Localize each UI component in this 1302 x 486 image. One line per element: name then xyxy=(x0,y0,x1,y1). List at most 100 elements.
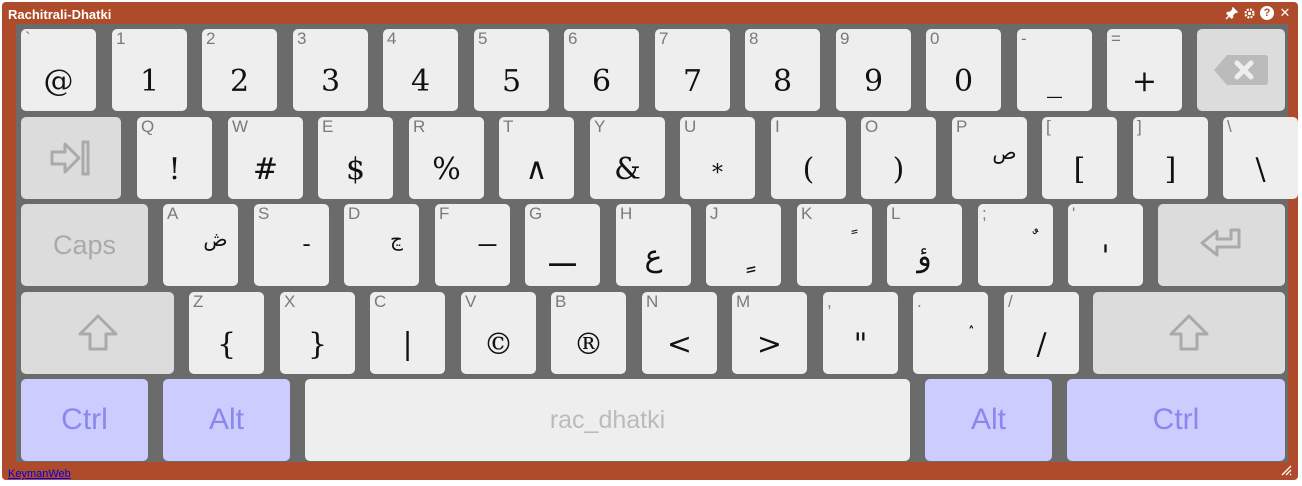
key-glyph: 0 xyxy=(953,64,974,99)
gear-icon[interactable] xyxy=(1242,6,1256,20)
caps-lock-key[interactable]: Caps xyxy=(21,204,148,286)
shift-left-key[interactable] xyxy=(21,292,174,374)
key-v[interactable]: V © xyxy=(461,292,536,374)
key-m[interactable]: M > xyxy=(732,292,807,374)
key-=[interactable]: = + xyxy=(1107,29,1182,111)
key-5[interactable]: 55 xyxy=(474,29,549,111)
keymanweb-link[interactable]: KeymanWeb xyxy=(8,468,71,480)
key-[[interactable]: [[ xyxy=(1042,117,1117,199)
tab-key[interactable] xyxy=(21,117,121,199)
title-bar[interactable]: Rachitrali-Dhatki ? ✕ xyxy=(2,2,1298,24)
caps-label: Caps xyxy=(52,229,117,260)
key-2[interactable]: 22 xyxy=(202,29,277,111)
resize-handle-icon[interactable] xyxy=(1280,464,1292,476)
key-`[interactable]: ` @ xyxy=(21,29,96,111)
key-glyph: " xyxy=(853,327,868,362)
key-glyph: ؤ xyxy=(917,239,932,274)
key-w[interactable]: W # xyxy=(228,117,303,199)
key-cap-label: J xyxy=(710,204,719,223)
pin-icon[interactable] xyxy=(1224,6,1238,20)
ctrl-left-key[interactable]: Ctrl xyxy=(21,379,148,461)
key-,[interactable]: , " xyxy=(823,292,898,374)
space-key[interactable]: rac_dhatki xyxy=(305,379,910,461)
key-glyph: > xyxy=(756,327,783,362)
key-;[interactable]: ;ٌ xyxy=(978,204,1053,286)
key-glyph: ! xyxy=(168,152,181,187)
window-title: Rachitrali-Dhatki xyxy=(8,7,112,22)
key-0[interactable]: 00 xyxy=(926,29,1001,111)
key-cap-label: E xyxy=(322,117,334,136)
key-cap-label: D xyxy=(348,204,361,223)
key-3[interactable]: 33 xyxy=(293,29,368,111)
key-glyph: 9 xyxy=(863,64,884,99)
key-glyph: / xyxy=(1036,327,1047,362)
key-g[interactable]: G ـــ xyxy=(525,204,600,286)
enter-key[interactable] xyxy=(1158,204,1285,286)
key-8[interactable]: 88 xyxy=(745,29,820,111)
key-glyph: & xyxy=(614,152,641,187)
key-glyph: ∧ xyxy=(525,152,548,187)
key-backslash[interactable]: \ \ xyxy=(1223,117,1298,199)
key-glyph: \ xyxy=(1255,152,1266,187)
close-icon[interactable]: ✕ xyxy=(1278,6,1292,20)
key-c[interactable]: C | xyxy=(370,292,445,374)
key-glyph: { xyxy=(216,327,237,362)
key-p[interactable]: Pص xyxy=(952,117,1027,199)
key-l[interactable]: Lؤ xyxy=(887,204,962,286)
alt-left-key[interactable]: Alt xyxy=(163,379,290,461)
key-x[interactable]: X} xyxy=(280,292,355,374)
key-h[interactable]: Hع xyxy=(616,204,691,286)
key-.[interactable]: .ٛ xyxy=(913,292,988,374)
key-glyph: ® xyxy=(573,327,604,362)
key-e[interactable]: E $ xyxy=(318,117,393,199)
key-glyph: [ xyxy=(1073,152,1086,187)
key-6[interactable]: 66 xyxy=(564,29,639,111)
key-][interactable]: ]] xyxy=(1133,117,1208,199)
key-cap-label: 1 xyxy=(116,29,126,48)
key-a[interactable]: Aڞ xyxy=(163,204,238,286)
key-cap-label: ` xyxy=(25,29,31,48)
key-i[interactable]: I( xyxy=(771,117,846,199)
key-cap-label: Y xyxy=(594,117,606,136)
key-glyph: * xyxy=(712,161,723,186)
key-glyph: < xyxy=(666,327,693,362)
key-cap-label: 2 xyxy=(206,29,216,48)
key-cap-label: U xyxy=(684,117,697,136)
key-s[interactable]: Sـ xyxy=(254,204,329,286)
key-cap-label: X xyxy=(284,292,296,311)
key-j[interactable]: Jٍ xyxy=(706,204,781,286)
help-icon[interactable]: ? xyxy=(1260,6,1274,20)
backspace-key[interactable] xyxy=(1197,29,1285,111)
key-r[interactable]: R% xyxy=(409,117,484,199)
key-d[interactable]: Dڃ xyxy=(344,204,419,286)
key-q[interactable]: Q! xyxy=(137,117,212,199)
key-u[interactable]: U * xyxy=(680,117,755,199)
key-cap-label: Q xyxy=(141,117,155,136)
key-9[interactable]: 99 xyxy=(836,29,911,111)
key-1[interactable]: 11 xyxy=(112,29,187,111)
key-f[interactable]: F ـــ xyxy=(435,204,510,286)
key-'[interactable]: ' ' xyxy=(1068,204,1143,286)
key-glyph: © xyxy=(483,327,514,362)
key-o[interactable]: O) xyxy=(861,117,936,199)
key-glyph: ڃ xyxy=(390,227,403,251)
key-cap-label: 3 xyxy=(297,29,307,48)
alt-right-key[interactable]: Alt xyxy=(925,379,1052,461)
key-7[interactable]: 77 xyxy=(655,29,730,111)
key-t[interactable]: T ∧ xyxy=(499,117,574,199)
key--[interactable]: - _ xyxy=(1017,29,1092,111)
on-screen-keyboard: ` @1 1 2 2 3 3 4 4 5 5 6 6 7 7 8 8 9 9 0 0- _ = + Q! W # E $ R% T ∧ Y & U *… xyxy=(16,24,1298,462)
key-cap-label: L xyxy=(891,204,901,223)
ctrl-right-key[interactable]: Ctrl xyxy=(1067,379,1285,461)
key-b[interactable]: B ® xyxy=(551,292,626,374)
key-cap-label: R xyxy=(413,117,426,136)
key-z[interactable]: Z{ xyxy=(189,292,264,374)
key-cap-label: T xyxy=(503,117,514,136)
key-k[interactable]: Kً xyxy=(797,204,872,286)
key-/[interactable]: / / xyxy=(1004,292,1079,374)
key-n[interactable]: N < xyxy=(642,292,717,374)
key-cap-label: K xyxy=(801,204,813,223)
shift-right-key[interactable] xyxy=(1093,292,1285,374)
key-y[interactable]: Y & xyxy=(590,117,665,199)
key-4[interactable]: 44 xyxy=(383,29,458,111)
